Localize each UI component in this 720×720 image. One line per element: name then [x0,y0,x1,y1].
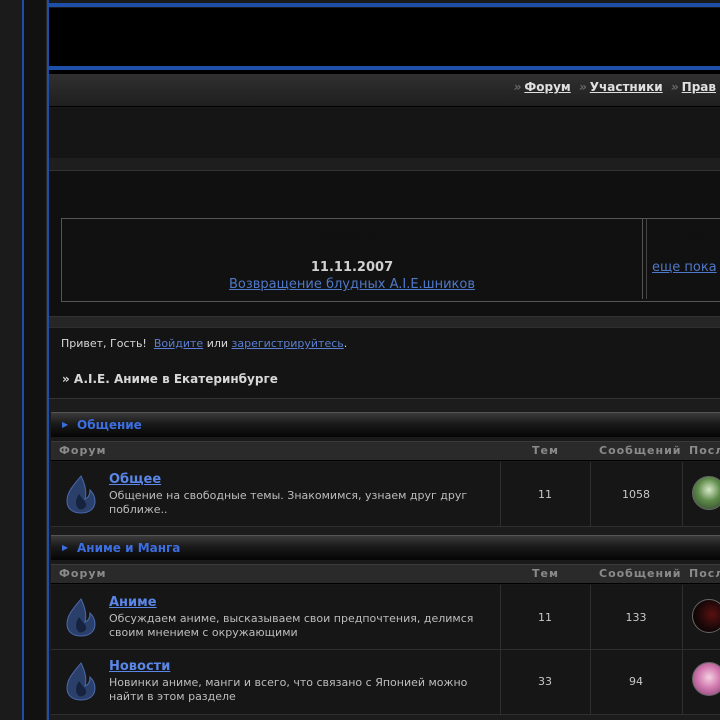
register-link[interactable]: зарегистрируйтесь [232,337,344,350]
forum-description: Обсуждаем аниме, высказываем свои предпо… [109,612,474,639]
avatar[interactable] [692,599,720,633]
forum-post-count: 1058 [622,488,650,501]
avatar[interactable] [692,476,720,510]
cell-divider [682,462,683,526]
section-divider [49,715,720,720]
header-band [49,158,720,171]
header-band [49,108,720,158]
cell-divider [682,585,683,649]
column-forum: Форум [59,444,107,457]
column-last-post: Посл [689,444,720,457]
forum-flame-icon [66,475,96,514]
expand-arrow-icon[interactable]: ▶ [62,420,68,429]
column-topics: Тем [532,444,559,457]
forum-link[interactable]: Общее [109,472,161,487]
category-header [51,412,720,437]
column-posts: Сообщений [599,444,682,457]
column-last-post: Посл [689,567,720,580]
nav-link-members[interactable]: Участники [590,80,663,94]
forum-post-count: 133 [625,611,647,624]
column-forum: Форум [59,567,107,580]
header-border [49,3,720,7]
section-divider [49,316,720,327]
column-posts: Сообщений [599,567,682,580]
news-title: Новости: [313,226,391,244]
nav-separator: » [670,80,679,94]
news-date: 11.11.2007 [310,260,394,275]
forum-link[interactable]: Аниме [109,595,157,610]
category-title[interactable]: Общение [77,418,142,432]
news-link[interactable]: Возвращение блудных A.I.E.шников [62,277,642,292]
forum-flame-icon [66,662,96,701]
greeting-or: или [206,337,229,350]
nav-links: » Форум » Участники » Прав [514,80,720,94]
events-title: Событи [652,226,717,244]
nav-separator: » [513,80,522,94]
breadcrumb: » A.I.E. Аниме в Екатеринбурге [62,372,278,386]
nav-link-forum[interactable]: Форум [524,80,570,94]
forum-topic-count: 11 [538,488,552,501]
forum-topic-count: 33 [538,675,552,688]
greeting-text: Привет, Гость! [61,337,147,350]
left-margin [0,0,24,720]
greeting: Привет, Гость! Войдите или зарегистрируй… [61,337,347,350]
events-link[interactable]: еще пока [652,260,717,275]
expand-arrow-icon[interactable]: ▶ [62,543,68,552]
forum-link[interactable]: Новости [109,659,170,674]
section-divider [49,527,720,535]
login-link[interactable]: Войдите [154,337,203,350]
nav-separator: » [578,80,587,94]
greeting-suffix: . [343,337,348,350]
category-title[interactable]: Аниме и Манга [77,541,180,555]
frame-gutter [24,0,47,720]
forum-topic-count: 11 [538,611,552,624]
header-banner [49,8,720,66]
forum-description: Новинки аниме, манги и всего, что связан… [109,676,468,703]
forum-description: Общение на свободные темы. Знакомимся, у… [109,489,468,516]
forum-post-count: 94 [629,675,643,688]
column-topics: Тем [532,567,559,580]
section-divider [49,399,720,411]
forum-flame-icon [66,598,96,637]
nav-link-rules[interactable]: Прав [682,80,716,94]
cell-divider [682,650,683,714]
avatar[interactable] [692,662,720,696]
